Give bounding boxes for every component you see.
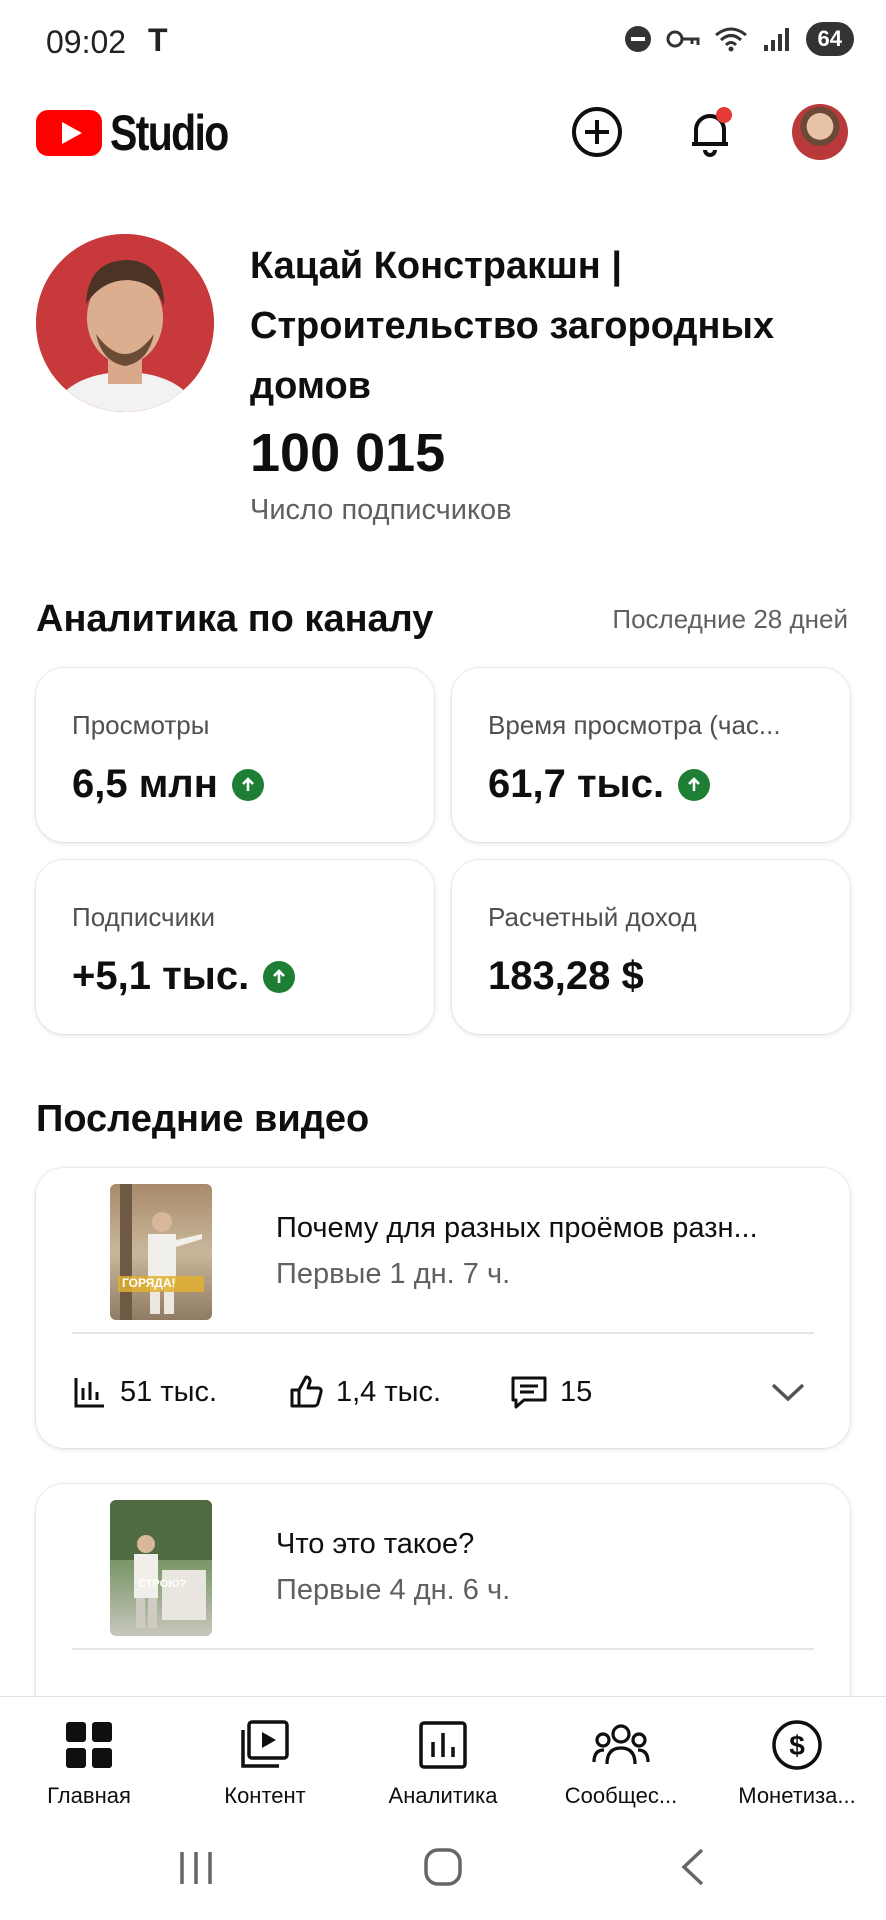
status-icons: 64 [624, 22, 854, 56]
nav-analytics[interactable]: Аналитика [358, 1715, 528, 1809]
nav-community[interactable]: Сообщес... [536, 1715, 706, 1809]
metric-value-text: 61,7 тыс. [488, 762, 665, 806]
video-card[interactable]: ГОРЯДА! Почему для разных проёмов разн..… [36, 1168, 850, 1448]
system-navigation-bar [0, 1826, 886, 1920]
monetization-icon: $ [772, 1720, 822, 1770]
wifi-icon [714, 27, 747, 52]
metric-value-text: 6,5 млн [72, 762, 218, 806]
nav-label: Аналитика [388, 1783, 498, 1808]
video-thumbnail[interactable]: ГОРЯДА! [110, 1184, 212, 1320]
video-subtitle: Первые 1 дн. 7 ч. [276, 1258, 511, 1290]
create-button[interactable] [569, 104, 625, 160]
home-icon[interactable] [422, 1846, 464, 1888]
channel-name: Кацай Констракшн | Строительство загород… [250, 245, 775, 407]
thumbs-up-icon [290, 1375, 323, 1408]
comments-count: 15 [560, 1375, 593, 1408]
thumbnail-caption: ГОРЯДА! [122, 1276, 176, 1290]
metric-value: 61,7 тыс. [488, 762, 711, 807]
vpn-key-icon [666, 30, 700, 48]
community-icon [592, 1724, 650, 1765]
metric-card-watch-time[interactable]: Время просмотра (час... 61,7 тыс. [452, 668, 850, 842]
youtube-studio-logo: Studio [36, 104, 254, 162]
views-count: 51 тыс. [120, 1375, 217, 1408]
period-label: Последние 28 дней [612, 604, 848, 634]
metric-label: Просмотры [72, 710, 210, 740]
metric-value: 183,28 $ [488, 954, 644, 999]
nav-dashboard[interactable]: Главная [4, 1715, 174, 1809]
recent-videos-title: Последние видео [36, 1098, 370, 1140]
analytics-icon [419, 1721, 467, 1769]
metric-label: Подписчики [72, 902, 216, 932]
account-avatar[interactable] [792, 104, 848, 160]
expand-button[interactable] [770, 1380, 806, 1409]
video-title: Что это такое? [276, 1528, 475, 1560]
metric-label: Время просмотра (час... [488, 710, 781, 740]
metric-card-views[interactable]: Просмотры 6,5 млн [36, 668, 434, 842]
nav-monetization[interactable]: $ Монетиза... [712, 1715, 882, 1809]
nav-label: Сообщес... [564, 1783, 678, 1808]
back-icon[interactable] [676, 1846, 708, 1888]
trend-up-icon [231, 768, 264, 801]
video-title: Почему для разных проёмов разн... [276, 1212, 758, 1244]
carrier-icon: T [148, 22, 168, 58]
divider [72, 1648, 814, 1650]
video-subtitle: Первые 4 дн. 6 ч. [276, 1574, 511, 1606]
subscriber-count: 100 015 [250, 423, 446, 483]
metric-card-subscribers[interactable]: Подписчики +5,1 тыс. [36, 860, 434, 1034]
trend-up-icon [263, 960, 296, 993]
signal-icon [763, 28, 789, 51]
metric-value-text: 183,28 $ [488, 954, 644, 998]
recent-apps-icon[interactable] [176, 1848, 216, 1888]
nav-content[interactable]: Контент [180, 1715, 350, 1809]
nav-label: Главная [47, 1783, 131, 1808]
comments-stat: 15 [510, 1374, 592, 1410]
video-thumbnail[interactable]: СТРОЮ? [110, 1500, 212, 1636]
subscriber-label: Число подписчиков [250, 494, 512, 526]
nav-label: Монетиза... [738, 1783, 856, 1808]
youtube-logo-icon [36, 110, 102, 156]
channel-avatar [36, 234, 214, 412]
bottom-navigation: Главная Контент Аналитика Сообщес... $ М… [0, 1696, 886, 1826]
thumbnail-caption: СТРОЮ? [138, 1578, 187, 1590]
nav-label: Контент [224, 1783, 306, 1808]
comment-icon [511, 1376, 547, 1409]
svg-text:$: $ [789, 1730, 805, 1761]
content-icon [241, 1720, 289, 1768]
battery-indicator: 64 [805, 22, 854, 56]
likes-count: 1,4 тыс. [336, 1375, 442, 1408]
status-time: 09:02 [46, 24, 127, 60]
add-circle-icon [572, 107, 622, 157]
chevron-down-icon [771, 1383, 805, 1402]
dashboard-icon [66, 1722, 112, 1768]
likes-stat: 1,4 тыс. [288, 1374, 441, 1410]
analytics-title: Аналитика по каналу [36, 598, 434, 640]
views-stat: 51 тыс. [72, 1374, 217, 1410]
bell-icon [692, 107, 732, 157]
metric-value-text: +5,1 тыс. [72, 954, 250, 998]
trend-up-icon [678, 768, 711, 801]
metric-value: +5,1 тыс. [72, 954, 296, 999]
do-not-disturb-icon [624, 26, 651, 52]
metric-value: 6,5 млн [72, 762, 264, 807]
bar-chart-icon [74, 1378, 104, 1408]
metric-card-revenue[interactable]: Расчетный доход 183,28 $ [452, 860, 850, 1034]
divider [72, 1332, 814, 1334]
metric-label: Расчетный доход [488, 902, 697, 932]
logo-text: Studio [110, 105, 229, 161]
notifications-button[interactable] [682, 104, 738, 160]
